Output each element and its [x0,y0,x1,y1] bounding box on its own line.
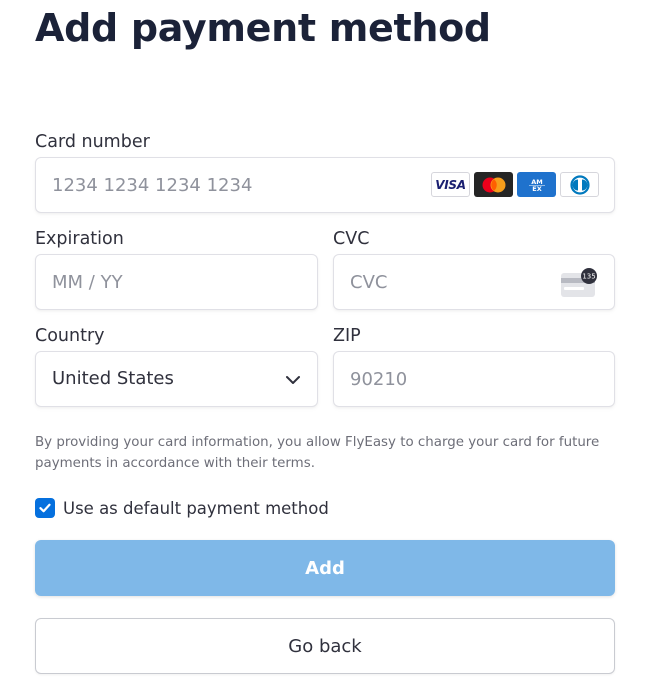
cvc-field[interactable]: 135 [333,254,615,310]
cvc-card-icon: 135 [560,268,598,303]
expiration-input[interactable] [52,255,249,309]
diners-club-icon [560,172,599,197]
visa-icon: VISA [431,172,470,197]
mastercard-icon [474,172,513,197]
country-label: Country [35,326,105,346]
expiration-field[interactable] [35,254,318,310]
default-payment-label[interactable]: Use as default payment method [63,499,329,518]
expiration-label: Expiration [35,229,124,249]
cvc-badge-text: 135 [582,273,595,281]
zip-input[interactable] [350,352,546,406]
zip-field[interactable] [333,351,615,407]
go-back-button[interactable]: Go back [35,618,615,674]
terms-text: By providing your card information, you … [35,435,600,471]
svg-text:EX: EX [532,185,541,193]
country-value: United States [52,368,174,389]
default-payment-checkbox-row[interactable]: Use as default payment method [35,498,329,518]
card-number-field[interactable]: VISA AM EX [35,157,615,213]
card-number-label: Card number [35,132,150,152]
cvc-input[interactable] [350,255,546,309]
zip-label: ZIP [333,326,361,346]
visa-icon-text: VISA [435,177,466,192]
cvc-label: CVC [333,229,370,249]
checkmark-icon [39,503,51,513]
country-select[interactable]: United States [35,351,318,407]
add-button[interactable]: Add [35,540,615,596]
card-brands: VISA AM EX [431,172,599,197]
card-number-input[interactable] [52,158,457,212]
chevron-down-icon [286,376,300,384]
page-title: Add payment method [35,6,491,50]
amex-icon: AM EX [517,172,556,197]
default-payment-checkbox[interactable] [35,498,55,518]
